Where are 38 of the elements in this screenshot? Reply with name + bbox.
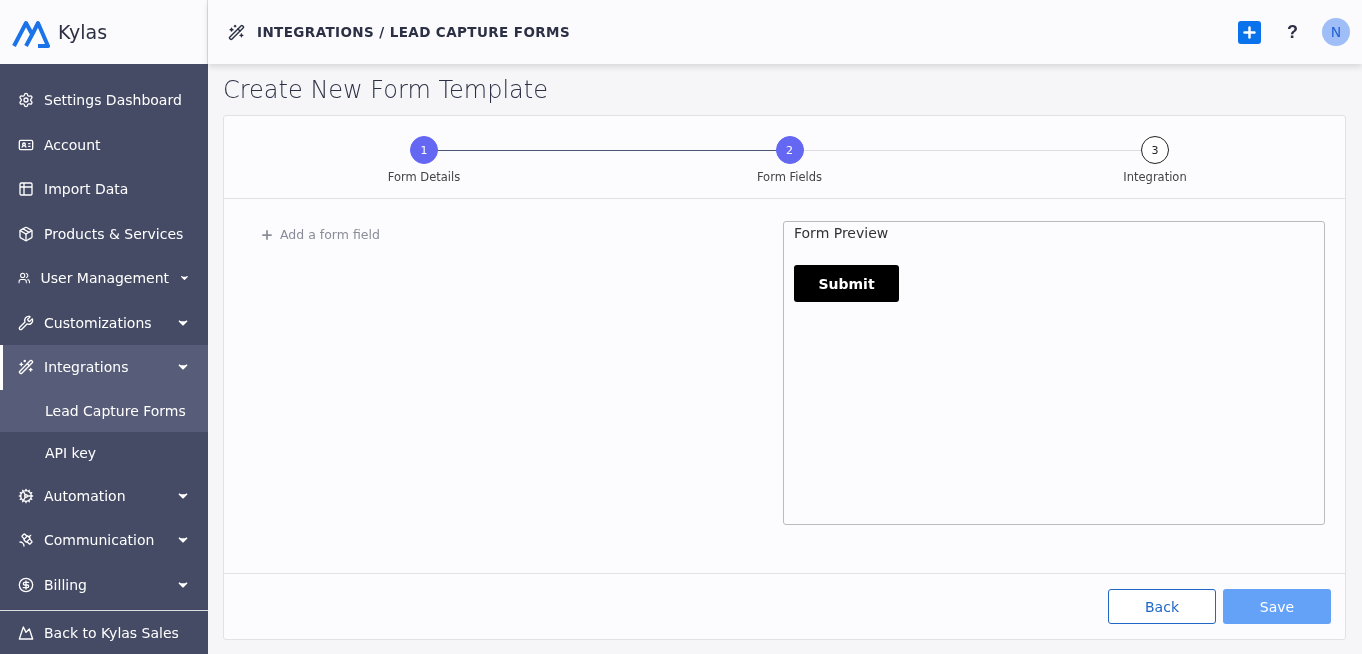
satellite-dish-icon: [18, 532, 34, 549]
table-icon: [18, 181, 34, 198]
sidebar-subitem[interactable]: API key: [0, 431, 208, 474]
sidebar-item[interactable]: Import Data: [0, 167, 208, 212]
dollar-coin-icon: [18, 576, 34, 593]
sidebar-subitem[interactable]: Lead Capture Forms: [0, 389, 208, 432]
sidebar-item[interactable]: Settings Dashboard: [0, 78, 208, 123]
sidebar-item[interactable]: Account: [0, 122, 208, 167]
sidebar-item[interactable]: Integrations: [0, 345, 208, 390]
gear-icon: [18, 487, 34, 504]
box-icon: [18, 225, 34, 242]
sidebar-item[interactable]: Customizations: [0, 300, 208, 345]
page-title: Create New Form Template: [223, 76, 549, 104]
breadcrumb: INTEGRATIONS / LEAD CAPTURE FORMS: [257, 24, 572, 40]
step-circle: 1: [410, 136, 438, 164]
plus-icon: [1241, 23, 1258, 41]
magic-wand-icon: [228, 23, 245, 41]
sidebar-item[interactable]: Products & Services: [0, 211, 208, 256]
preview-title: Form Preview: [794, 225, 889, 241]
step-label: Form Fields: [756, 170, 823, 184]
settings-icon: [18, 92, 34, 109]
submit-button[interactable]: Submit: [794, 265, 899, 302]
step-label: Integration: [1123, 170, 1187, 184]
back-link[interactable]: Back to Kylas Sales: [0, 610, 208, 654]
back-button[interactable]: Back: [1108, 589, 1216, 624]
step-circle: 3: [1141, 136, 1169, 164]
step-label: Form Details: [387, 170, 461, 184]
magic-wand-icon: [18, 359, 34, 376]
brand-name: Kylas: [58, 21, 108, 43]
sidebar-item[interactable]: User Management: [0, 256, 208, 301]
add-button[interactable]: [1238, 20, 1261, 44]
step-circle: 2: [775, 136, 804, 164]
sidebar-item[interactable]: Automation: [0, 473, 208, 518]
tools-icon: [18, 314, 34, 331]
sidebar-item[interactable]: Communication: [0, 518, 208, 563]
sidebar-item[interactable]: Billing: [0, 562, 208, 607]
help-button[interactable]: ?: [1281, 21, 1304, 43]
plus-icon: [260, 227, 274, 242]
